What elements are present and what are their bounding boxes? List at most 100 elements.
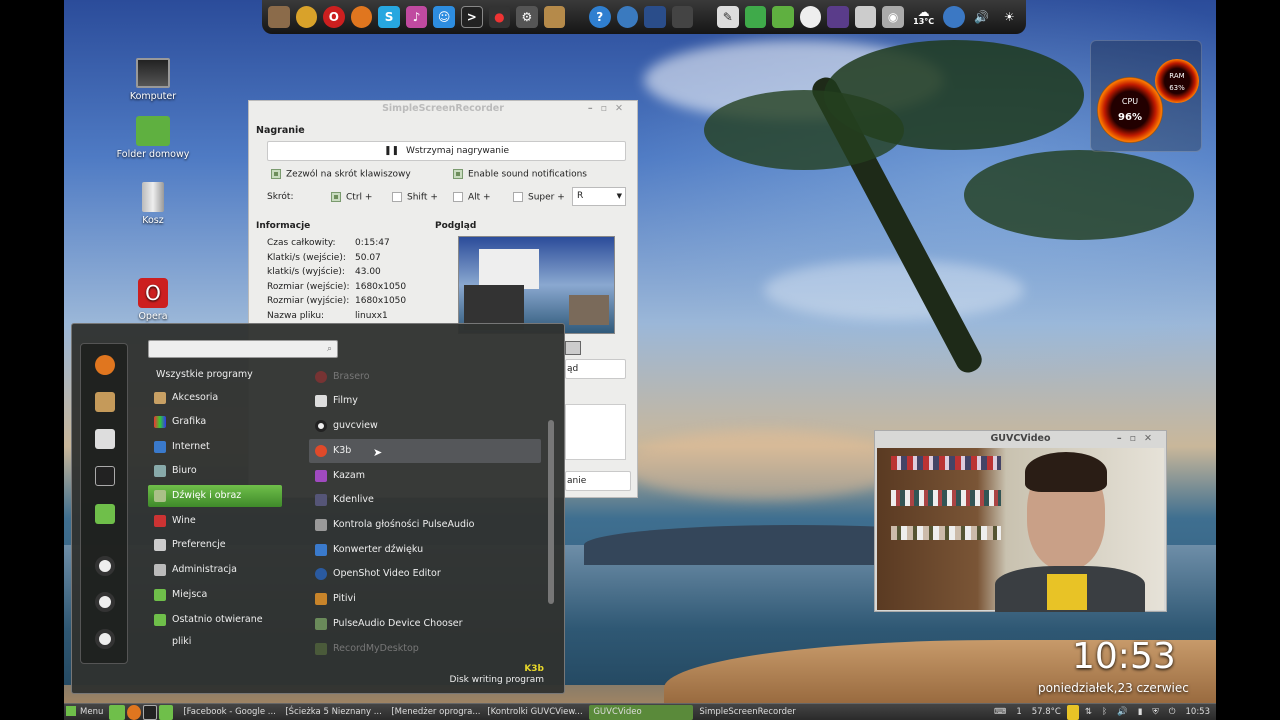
brightness-icon[interactable]: ☀ (999, 6, 1021, 28)
ssr-icon[interactable]: ● (488, 6, 511, 28)
skype-icon[interactable]: S (378, 6, 400, 28)
pause-recording-button[interactable]: ❚❚ Wstrzymaj nagrywanie (267, 141, 626, 161)
package-icon[interactable] (95, 392, 115, 412)
sound-notifications-checkbox[interactable]: Enable sound notifications (453, 169, 587, 180)
tray-power-icon[interactable]: ⏻ (1165, 705, 1180, 720)
app-pulseaudio-chooser[interactable]: PulseAudio Device Chooser (309, 612, 541, 636)
hotkey-checkbox[interactable]: Zezwól na skrót klawiszowy (271, 169, 411, 180)
category-accessories[interactable]: Akcesoria (148, 387, 282, 409)
shutdown-icon[interactable] (95, 629, 115, 649)
edit-icon[interactable]: ✎ (717, 6, 739, 28)
category-wine[interactable]: Wine (148, 510, 282, 532)
package-icon[interactable] (543, 6, 566, 28)
app-openshot[interactable]: OpenShot Video Editor (309, 562, 541, 586)
desktop-icon-computer[interactable]: Komputer (108, 58, 198, 102)
preview-toggle[interactable] (565, 341, 581, 355)
taskbar-window[interactable]: [Facebook - Google ... (179, 705, 279, 720)
category-office[interactable]: Biuro (148, 460, 282, 482)
recorder-titlebar[interactable]: SimpleScreenRecorder –▫✕ (249, 101, 637, 117)
help-icon[interactable]: ? (588, 6, 611, 28)
window-controls[interactable]: –▫✕ (1117, 431, 1160, 447)
menu-search-input[interactable]: ⌕ (148, 340, 338, 358)
grid-icon[interactable] (671, 6, 694, 28)
super-checkbox[interactable]: Super + (513, 192, 565, 203)
category-internet[interactable]: Internet (148, 436, 282, 458)
category-graphics[interactable]: Grafika (148, 411, 282, 433)
show-desktop-icon[interactable] (109, 704, 126, 720)
globe-icon[interactable] (943, 6, 965, 28)
camera-icon[interactable] (744, 6, 767, 28)
alt-checkbox[interactable]: Alt + (453, 192, 491, 203)
finish-recording-button[interactable]: anie (565, 471, 631, 491)
taskbar-window[interactable]: SimpleScreenRecorder (695, 705, 799, 720)
app-guvcview[interactable]: guvcview (309, 414, 541, 438)
logout-icon[interactable] (95, 592, 115, 612)
browser-icon[interactable] (616, 6, 639, 28)
category-places[interactable]: Miejsca (148, 584, 282, 606)
app-kazam[interactable]: Kazam (309, 464, 541, 488)
opera-icon[interactable]: O (323, 6, 345, 28)
window-icon[interactable] (854, 6, 877, 28)
tray-bluetooth-icon[interactable]: ᛒ (1098, 705, 1111, 720)
app-recordmydesktop[interactable]: RecordMyDesktop (309, 637, 541, 661)
display-icon[interactable] (644, 6, 666, 28)
dropdown-arrow-icon: ▼ (616, 192, 622, 200)
taskbar-window[interactable]: [Ścieżka 5 Nieznany ... (281, 705, 385, 720)
taskbar-window[interactable]: [Menedżer oprogra... (387, 705, 481, 720)
desktop-icon-trash[interactable]: Kosz (108, 182, 198, 226)
app-kdenlive[interactable]: Kdenlive (309, 488, 541, 512)
firefox-icon[interactable] (350, 6, 373, 28)
volume-icon[interactable]: 🔊 (971, 6, 993, 28)
tray-workspace[interactable]: 1 (1012, 705, 1025, 720)
tray-clock[interactable]: 10:53 (1182, 705, 1215, 720)
app-sound-converter[interactable]: Konwerter dźwięku (309, 538, 541, 562)
files-launcher-icon[interactable] (159, 704, 174, 720)
settings-icon[interactable]: ⚙ (516, 6, 538, 28)
firefox-icon[interactable] (95, 355, 115, 375)
app-pitivi[interactable]: Pitivi (309, 587, 541, 611)
info-row: Czas całkowity: 0:15:47 (267, 238, 390, 248)
terminal-icon[interactable]: > (460, 6, 483, 28)
ctrl-checkbox[interactable]: Ctrl + (331, 192, 372, 203)
app-pulseaudio-volume[interactable]: Kontrola głośności PulseAudio (309, 513, 541, 537)
tray-shield-icon[interactable]: ⛨ (1148, 705, 1162, 720)
window-controls[interactable]: –▫✕ (588, 101, 631, 117)
music-icon[interactable]: ♪ (405, 6, 428, 28)
workspace-icon[interactable] (827, 6, 849, 28)
app-k3b[interactable]: K3b ➤ (309, 439, 541, 463)
app-filmy[interactable]: Filmy (309, 389, 541, 413)
tray-volume-icon[interactable]: 🔊 (1113, 705, 1132, 720)
chrome-icon[interactable] (295, 6, 318, 28)
category-preferences[interactable]: Preferencje (148, 534, 282, 556)
accessibility-icon[interactable]: ☺ (433, 6, 455, 28)
disc-icon[interactable] (799, 6, 822, 28)
app-icon[interactable] (268, 6, 290, 28)
tray-battery-icon[interactable]: ▮ (1134, 705, 1147, 720)
terminal-icon[interactable] (95, 466, 115, 486)
system-settings-icon[interactable] (95, 429, 115, 449)
category-administration[interactable]: Administracja (148, 559, 282, 581)
folder-icon[interactable] (772, 6, 794, 28)
app-brasero[interactable]: Brasero (309, 365, 541, 389)
tray-notes-icon[interactable] (1066, 704, 1079, 720)
desktop-icon-home[interactable]: Folder domowy (108, 116, 198, 160)
menu-button[interactable]: Menu (64, 705, 107, 720)
category-sound-video[interactable]: Dźwięk i obraz (148, 485, 282, 507)
category-recent-files[interactable]: Ostatnio otwierane pliki (148, 609, 282, 647)
terminal-launcher-icon[interactable] (143, 704, 158, 720)
screenshot-icon[interactable]: ◉ (882, 6, 904, 28)
desktop-icon-opera[interactable]: O Opera (108, 278, 198, 322)
firefox-launcher-icon[interactable] (127, 704, 142, 720)
folder-icon[interactable] (95, 504, 115, 524)
apps-scrollbar[interactable] (548, 420, 554, 604)
tray-network-icon[interactable]: ⇅ (1081, 705, 1096, 720)
taskbar-window[interactable]: GUVCVideo (589, 704, 694, 720)
lock-screen-icon[interactable] (95, 556, 115, 576)
preview-start-button[interactable]: ąd (565, 359, 626, 379)
key-select[interactable]: R ▼ (572, 187, 626, 206)
shift-checkbox[interactable]: Shift + (392, 192, 438, 203)
webcam-titlebar[interactable]: GUVCVideo –▫✕ (875, 431, 1166, 447)
tray-keyboard-icon[interactable]: ⌨ (990, 705, 1010, 720)
category-all[interactable]: Wszystkie programy (148, 364, 282, 386)
taskbar-window[interactable]: [Kontrolki GUVCView... (483, 705, 587, 720)
